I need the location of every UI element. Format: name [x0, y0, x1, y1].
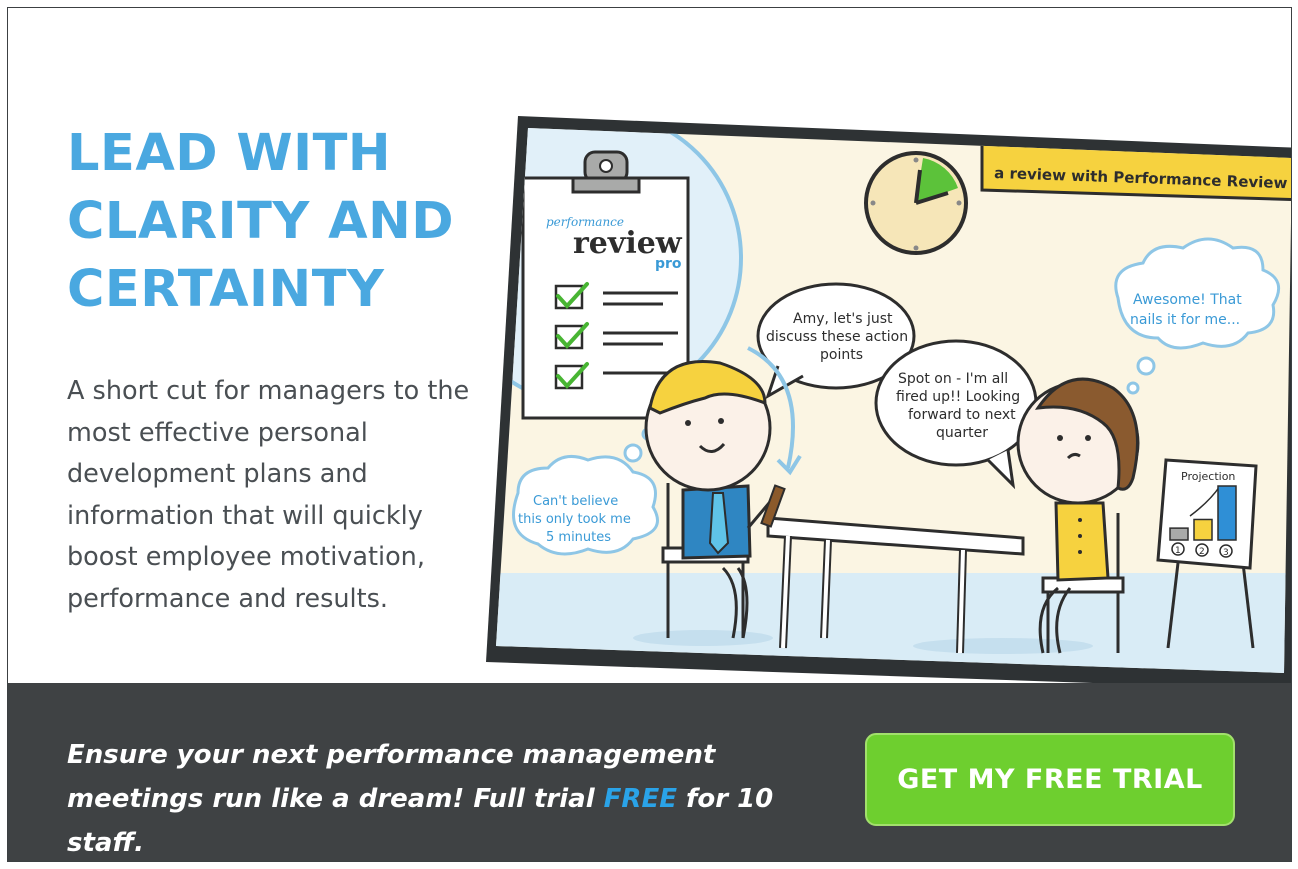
ad-frame: LEAD WITH CLARITY AND CERTAINTY A short …: [7, 7, 1292, 862]
meeting-illustration: performance review pro a review with Per…: [486, 116, 1291, 690]
cta-free-highlight: FREE: [603, 784, 677, 814]
cta-line-1: Ensure your next performance management: [67, 740, 716, 770]
headline-line-3: CERTAINTY: [67, 260, 385, 319]
employee-speech-line-4: quarter: [936, 425, 988, 441]
flipchart-marker-1: 1: [1175, 546, 1181, 556]
manager-speech-line-2: discuss these action: [766, 329, 908, 345]
projection-bar-3: [1217, 485, 1237, 541]
projection-bar-1: [1169, 527, 1189, 541]
thought-left-line-2: this only took me: [518, 512, 631, 527]
thought-right-line-2: nails it for me...: [1130, 312, 1240, 328]
projection-bar-2: [1193, 518, 1213, 541]
headline-line-2: CLARITY AND: [67, 192, 455, 251]
thought-left-line-3: 5 minutes: [546, 530, 611, 545]
thought-right-line-1: Awesome! That: [1133, 292, 1242, 308]
manager-speech-line-3: points: [820, 347, 863, 363]
flipchart-title: Projection: [1181, 470, 1235, 483]
employee-speech-line-2: fired up!! Looking: [896, 389, 1020, 405]
get-free-trial-button[interactable]: GET MY FREE TRIAL: [865, 733, 1235, 826]
thought-left-line-1: Can't believe: [533, 494, 618, 509]
flipchart-marker-3: 3: [1223, 548, 1229, 558]
flipchart-marker-2: 2: [1199, 547, 1205, 557]
employee-speech-line-1: Spot on - I'm all: [898, 371, 1008, 387]
clock-icon: [864, 151, 968, 255]
headline: LEAD WITH CLARITY AND CERTAINTY: [67, 120, 507, 324]
cta-line-2-start: meetings run like a dream! Full trial: [67, 784, 604, 814]
hero-description: A short cut for managers to the most eff…: [67, 376, 470, 614]
manager-speech-line-1: Amy, let's just: [793, 311, 893, 327]
cta-text: Ensure your next performance management …: [67, 733, 847, 861]
clipboard-sub-text: pro: [655, 256, 682, 272]
headline-line-1: LEAD WITH: [67, 124, 392, 183]
employee-speech-line-3: forward to next: [908, 407, 1016, 423]
